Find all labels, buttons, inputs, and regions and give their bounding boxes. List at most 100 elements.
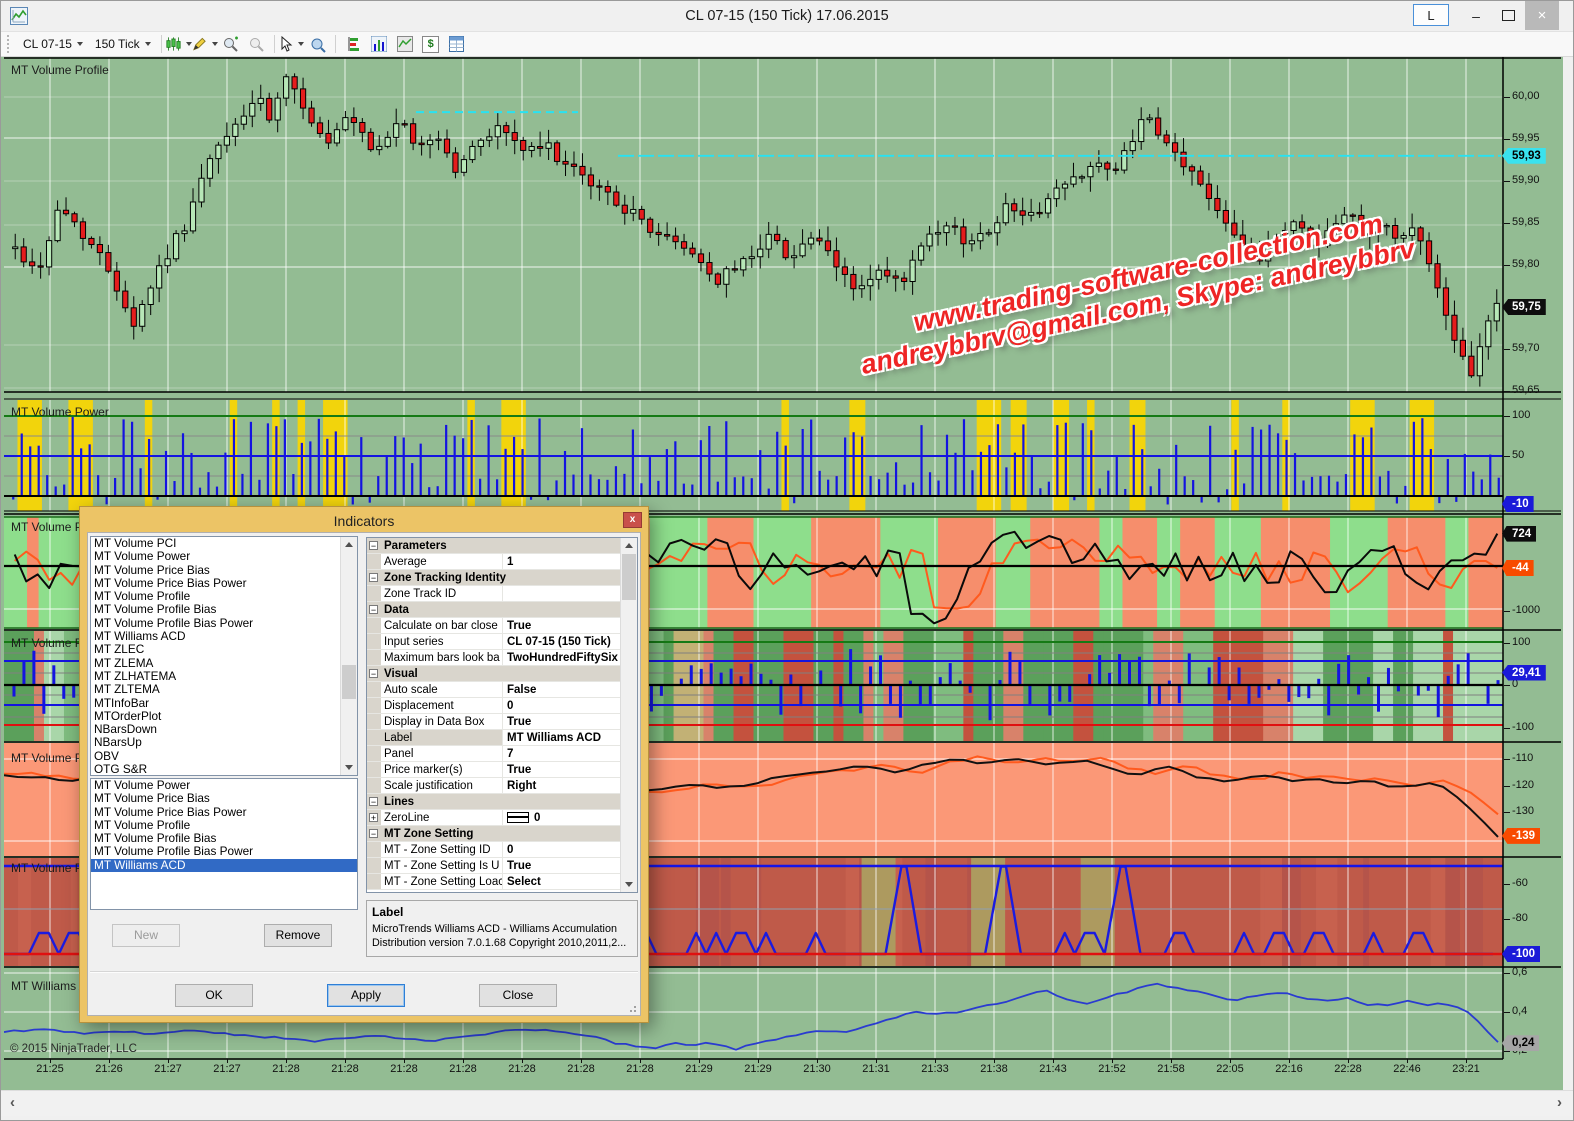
scroll-down-icon[interactable] xyxy=(621,877,637,892)
property-value[interactable]: Select xyxy=(503,874,637,889)
property-row[interactable]: Price marker(s)True xyxy=(367,762,637,778)
property-name: MT - Zone Setting ID xyxy=(381,842,503,857)
close-dialog-button[interactable]: Close xyxy=(479,984,557,1007)
price-marker: 59,75 xyxy=(1502,299,1546,315)
list-item[interactable]: OTG S&R xyxy=(91,763,357,776)
list-item[interactable]: OBV xyxy=(91,750,357,763)
list-scrollbar[interactable] xyxy=(340,537,357,775)
property-value[interactable]: MT Williams ACD xyxy=(503,730,637,745)
price-tick-label: -1000 xyxy=(1512,604,1540,616)
list-item[interactable]: MTOrderPlot xyxy=(91,710,357,723)
property-value[interactable]: True xyxy=(503,714,637,729)
property-row[interactable]: Panel7 xyxy=(367,746,637,762)
property-value[interactable]: 0 xyxy=(503,842,637,857)
list-item[interactable]: MT Volume Profile Bias Power xyxy=(91,617,357,630)
property-value[interactable]: 1 xyxy=(503,554,637,569)
grid-scrollbar[interactable] xyxy=(620,538,637,892)
property-value[interactable]: TwoHundredFiftySix xyxy=(503,650,637,665)
new-button[interactable]: New xyxy=(112,924,180,947)
property-value[interactable] xyxy=(503,586,637,601)
list-item[interactable]: MT Volume Profile Bias Power xyxy=(91,845,357,858)
list-item[interactable]: MT Williams ACD xyxy=(91,859,357,872)
collapse-icon[interactable]: − xyxy=(369,605,378,614)
list-item[interactable]: NBarsDown xyxy=(91,723,357,736)
scrollbar-thumb[interactable] xyxy=(342,665,356,699)
dialog-resize-grip[interactable] xyxy=(629,1005,637,1013)
property-category-row[interactable]: −Lines xyxy=(367,794,637,810)
property-value[interactable]: True xyxy=(503,618,637,633)
list-item[interactable]: MT Volume PCI xyxy=(91,537,357,550)
expand-icon[interactable]: + xyxy=(369,813,378,822)
list-item[interactable]: MT Volume Price Bias Power xyxy=(91,577,357,590)
collapse-icon[interactable]: − xyxy=(369,573,378,582)
list-item[interactable]: MT Volume Power xyxy=(91,550,357,563)
property-name: Average xyxy=(381,554,503,569)
property-category-row[interactable]: −Zone Tracking Identity xyxy=(367,570,637,586)
property-row[interactable]: MT - Zone Setting LoacSelect xyxy=(367,874,637,890)
scroll-down-icon[interactable] xyxy=(341,760,357,775)
list-item[interactable]: MT Volume Price Bias Power xyxy=(91,806,357,819)
property-value[interactable]: 7 xyxy=(503,746,637,761)
list-item[interactable]: MTInfoBar xyxy=(91,697,357,710)
property-category-row[interactable]: −Visual xyxy=(367,666,637,682)
property-row[interactable]: +ZeroLine0 xyxy=(367,810,637,826)
property-category-row[interactable]: −MT Zone Setting xyxy=(367,826,637,842)
property-row[interactable]: Average1 xyxy=(367,554,637,570)
list-item[interactable]: MT Volume Power xyxy=(91,779,357,792)
list-item[interactable]: NBarsUp xyxy=(91,736,357,749)
property-value[interactable]: CL 07-15 (150 Tick) xyxy=(503,634,637,649)
scroll-up-icon[interactable] xyxy=(621,538,637,553)
collapse-icon[interactable]: − xyxy=(369,541,378,550)
property-value[interactable]: 0 xyxy=(503,810,637,825)
available-indicators-list[interactable]: MT Volume PCIMT Volume PowerMT Volume Pr… xyxy=(90,536,358,776)
property-row[interactable]: LabelMT Williams ACD xyxy=(367,730,637,746)
list-item[interactable]: MT ZLHATEMA xyxy=(91,670,357,683)
panel-label: MT Volume Profile xyxy=(11,63,109,77)
list-item[interactable]: MT Volume Profile Bias xyxy=(91,603,357,616)
list-item[interactable]: MT Volume Profile xyxy=(91,819,357,832)
panel-label: MT Volume Power xyxy=(11,405,109,419)
property-row[interactable]: Display in Data BoxTrue xyxy=(367,714,637,730)
time-tick-label: 22:16 xyxy=(1270,1063,1308,1075)
price-tick-label: 60,00 xyxy=(1512,90,1540,102)
collapse-icon[interactable]: − xyxy=(369,669,378,678)
property-grid[interactable]: −ParametersAverage1−Zone Tracking Identi… xyxy=(366,537,638,893)
dialog-close-button[interactable]: x xyxy=(623,512,642,528)
list-item[interactable]: MT ZLEMA xyxy=(91,657,357,670)
list-item[interactable]: MT Volume Profile xyxy=(91,590,357,603)
list-item[interactable]: MT ZLEC xyxy=(91,643,357,656)
scroll-up-icon[interactable] xyxy=(341,537,357,552)
property-row[interactable]: Calculate on bar closeTrue xyxy=(367,618,637,634)
property-value[interactable]: True xyxy=(503,762,637,777)
time-tick-label: 21:38 xyxy=(975,1063,1013,1075)
property-row[interactable]: Maximum bars look baTwoHundredFiftySix xyxy=(367,650,637,666)
property-value[interactable]: Right xyxy=(503,778,637,793)
property-category-row[interactable]: −Parameters xyxy=(367,538,637,554)
property-name: Display in Data Box xyxy=(381,714,503,729)
price-tick-label: 59,65 xyxy=(1512,384,1540,396)
property-row[interactable]: Scale justificationRight xyxy=(367,778,637,794)
configured-indicators-list[interactable]: MT Volume PowerMT Volume Price BiasMT Vo… xyxy=(90,778,358,910)
property-category-row[interactable]: −Data xyxy=(367,602,637,618)
row-gutter: − xyxy=(367,666,381,681)
list-item[interactable]: MT ZLTEMA xyxy=(91,683,357,696)
collapse-icon[interactable]: − xyxy=(369,829,378,838)
property-value[interactable]: False xyxy=(503,682,637,697)
list-item[interactable]: MT Volume Price Bias xyxy=(91,792,357,805)
remove-button[interactable]: Remove xyxy=(264,924,332,947)
list-item[interactable]: MT Volume Profile Bias xyxy=(91,832,357,845)
property-value[interactable]: 0 xyxy=(503,698,637,713)
collapse-icon[interactable]: − xyxy=(369,797,378,806)
list-item[interactable]: MT Volume Price Bias xyxy=(91,564,357,577)
property-value[interactable]: True xyxy=(503,858,637,873)
property-row[interactable]: Displacement0 xyxy=(367,698,637,714)
property-row[interactable]: Auto scaleFalse xyxy=(367,682,637,698)
property-row[interactable]: MT - Zone Setting Is UTrue xyxy=(367,858,637,874)
property-row[interactable]: Zone Track ID xyxy=(367,586,637,602)
apply-button[interactable]: Apply xyxy=(327,984,405,1007)
scrollbar-thumb[interactable] xyxy=(622,554,636,600)
property-row[interactable]: MT - Zone Setting ID0 xyxy=(367,842,637,858)
ok-button[interactable]: OK xyxy=(175,984,253,1007)
property-row[interactable]: Input seriesCL 07-15 (150 Tick) xyxy=(367,634,637,650)
list-item[interactable]: MT Williams ACD xyxy=(91,630,357,643)
